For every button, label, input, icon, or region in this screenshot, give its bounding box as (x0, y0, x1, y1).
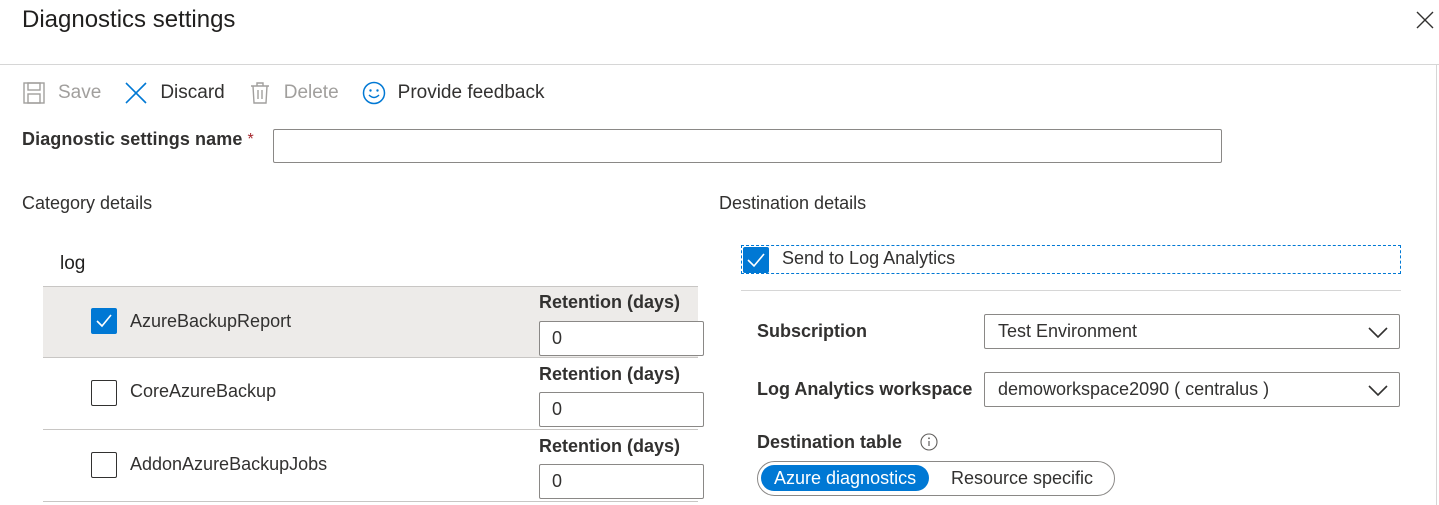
discard-label: Discard (160, 82, 225, 103)
discard-button[interactable]: Discard (124, 81, 225, 105)
category-name: AzureBackupReport (130, 311, 292, 331)
subscription-dropdown[interactable]: Test Environment (984, 314, 1400, 349)
settings-name-label-row: Diagnostic settings name * (22, 129, 254, 150)
subscription-label: Subscription (757, 321, 868, 341)
right-edge-divider (1436, 64, 1437, 505)
retention-input[interactable] (539, 321, 704, 356)
info-icon[interactable] (920, 433, 938, 451)
trash-icon (248, 81, 272, 105)
settings-name-input[interactable] (273, 129, 1222, 163)
category-row: AzureBackupReport Retention (days) (43, 286, 704, 358)
send-to-log-analytics-checkbox[interactable] (743, 247, 769, 273)
command-bar: Save Discard Delete Provide feedback (22, 78, 567, 108)
discard-icon (124, 81, 148, 105)
destination-details-heading: Destination details (719, 193, 867, 213)
save-button[interactable]: Save (22, 81, 101, 105)
smiley-icon (362, 81, 386, 105)
azure-diagnostics-option[interactable]: Azure diagnostics (761, 465, 930, 491)
retention-label: Retention (days) (539, 292, 681, 312)
category-checkbox[interactable] (91, 380, 117, 406)
retention-input[interactable] (539, 392, 704, 427)
chevron-down-icon (1367, 322, 1389, 342)
workspace-value: demoworkspace2090 ( centralus ) (998, 379, 1270, 399)
log-group-title: log (60, 253, 86, 274)
category-name: AddonAzureBackupJobs (130, 454, 328, 474)
save-label: Save (58, 82, 102, 103)
destination-table-label: Destination table (757, 432, 903, 452)
settings-name-label: Diagnostic settings name (22, 129, 243, 149)
category-row: AddonAzureBackupJobs Retention (days) (43, 430, 704, 502)
category-row: CoreAzureBackup Retention (days) (43, 358, 704, 430)
category-name: CoreAzureBackup (130, 381, 277, 401)
destination-table-toggle: Azure diagnostics Resource specific (757, 461, 1115, 496)
workspace-label: Log Analytics workspace (757, 379, 973, 399)
resource-specific-option[interactable]: Resource specific (939, 465, 1105, 491)
page-title: Diagnostics settings (22, 6, 236, 33)
delete-button[interactable]: Delete (248, 81, 339, 105)
category-checkbox[interactable] (91, 452, 117, 478)
category-checkbox[interactable] (91, 308, 117, 334)
destination-divider (741, 290, 1401, 291)
required-marker: * (247, 130, 254, 148)
provide-feedback-button[interactable]: Provide feedback (362, 81, 545, 105)
delete-label: Delete (283, 82, 339, 103)
send-to-log-analytics-label: Send to Log Analytics (782, 248, 956, 268)
title-divider (0, 64, 1439, 65)
retention-label: Retention (days) (539, 436, 681, 456)
chevron-down-icon (1367, 380, 1389, 400)
retention-input[interactable] (539, 464, 704, 499)
save-icon (22, 81, 46, 105)
category-details-heading: Category details (22, 193, 153, 213)
close-icon[interactable] (1413, 8, 1437, 32)
workspace-dropdown[interactable]: demoworkspace2090 ( centralus ) (984, 372, 1400, 407)
subscription-value: Test Environment (998, 321, 1138, 341)
feedback-label: Provide feedback (397, 82, 545, 103)
retention-label: Retention (days) (539, 364, 681, 384)
